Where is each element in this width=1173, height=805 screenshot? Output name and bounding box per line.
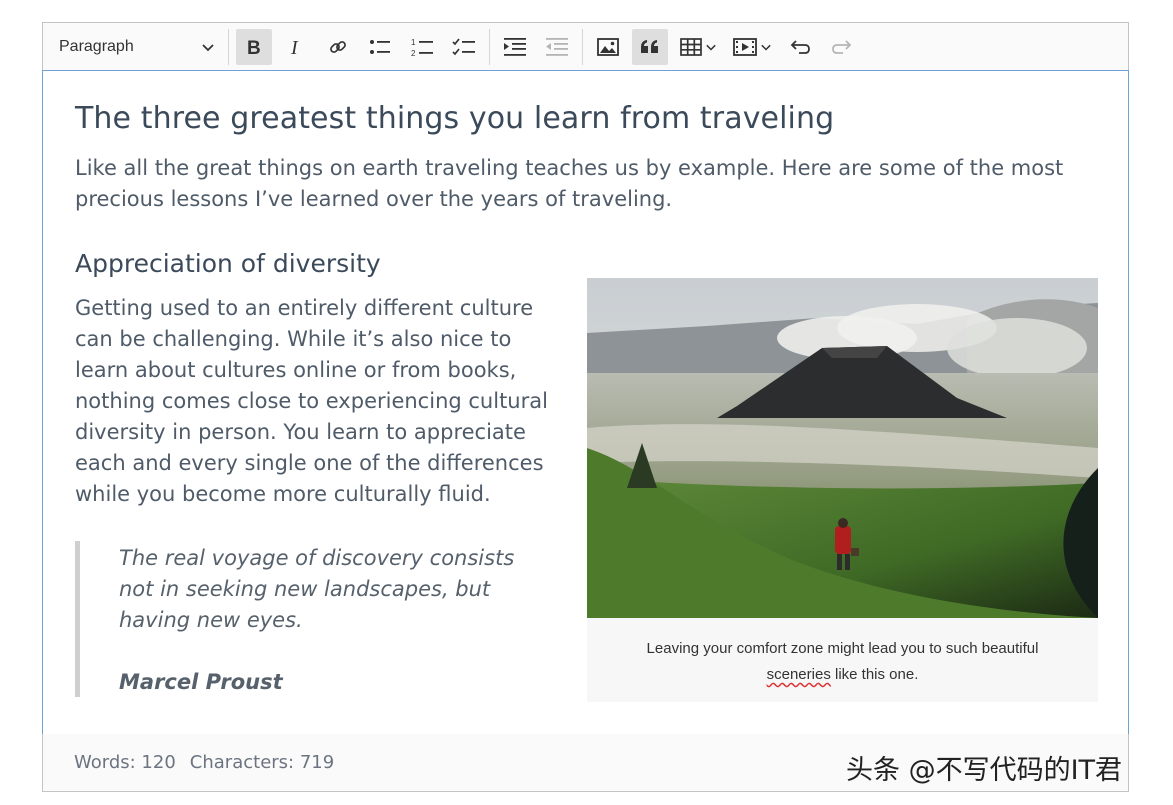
document-title: The three greatest things you learn from… (75, 101, 835, 136)
chevron-down-icon (761, 44, 771, 51)
image-caption[interactable]: Leaving your comfort zone might lead you… (587, 636, 1098, 688)
toolbar-separator (582, 29, 583, 65)
chevron-down-icon (706, 44, 716, 51)
blockquote: The real voyage of discovery consists no… (75, 541, 545, 697)
undo-button[interactable] (782, 29, 818, 65)
caption-text-end: like this one. (830, 666, 919, 683)
redo-button[interactable] (824, 29, 860, 65)
insert-image-button[interactable] (590, 29, 626, 65)
toolbar-separator (489, 29, 490, 65)
media-icon (733, 38, 757, 56)
numbered-list-button[interactable]: 12 (404, 29, 440, 65)
italic-icon: I (290, 37, 299, 57)
bold-button[interactable]: B (236, 29, 272, 65)
character-count: Characters: 719 (189, 752, 335, 773)
svg-text:I: I (290, 37, 299, 57)
section-heading: Appreciation of diversity (75, 249, 381, 278)
blockquote-button[interactable] (632, 29, 668, 65)
quote-author: Marcel Proust (119, 670, 283, 694)
indent-icon (504, 38, 526, 56)
outdent-icon (546, 38, 568, 56)
bulleted-list-button[interactable] (362, 29, 398, 65)
bold-icon: B (247, 38, 261, 57)
svg-text:B: B (247, 38, 261, 57)
insert-media-button[interactable] (728, 29, 776, 65)
editor-toolbar: Paragraph B I 12 (42, 22, 1129, 71)
undo-icon (790, 40, 810, 54)
todo-list-icon (452, 38, 475, 56)
intro-paragraph: Like all the great things on earth trave… (75, 156, 1064, 211)
numbered-list-icon: 12 (411, 38, 433, 58)
word-count: Words: 120 (74, 752, 176, 773)
image-figure[interactable]: Leaving your comfort zone might lead you… (587, 278, 1098, 702)
link-button[interactable] (320, 29, 356, 65)
svg-text:2: 2 (411, 49, 416, 58)
editor-content-area[interactable]: The three greatest things you learn from… (42, 70, 1129, 735)
italic-button[interactable]: I (278, 29, 314, 65)
link-icon (330, 41, 346, 53)
insert-table-button[interactable] (674, 29, 722, 65)
watermark: 头条 @不写代码的IT君 (846, 755, 1123, 786)
todo-list-button[interactable] (446, 29, 482, 65)
bulleted-list-icon (370, 40, 390, 54)
chevron-down-icon (202, 44, 214, 52)
outdent-button[interactable] (539, 29, 575, 65)
caption-misspelled-word[interactable]: sceneries (767, 666, 831, 683)
quote-text: The real voyage of discovery consists no… (119, 546, 515, 632)
heading-dropdown-label: Paragraph (59, 38, 134, 55)
table-icon (680, 38, 702, 56)
caption-text-start: Leaving your comfort zone might lead you… (646, 640, 1039, 657)
indent-button[interactable] (497, 29, 533, 65)
section-paragraph: Getting used to an entirely different cu… (75, 296, 548, 506)
heading-dropdown[interactable]: Paragraph (49, 29, 224, 65)
toolbar-separator (228, 29, 229, 65)
landscape-photo[interactable] (587, 278, 1098, 618)
svg-text:1: 1 (411, 38, 416, 47)
redo-icon (832, 40, 852, 54)
image-icon (597, 38, 619, 56)
blockquote-icon (641, 40, 658, 53)
